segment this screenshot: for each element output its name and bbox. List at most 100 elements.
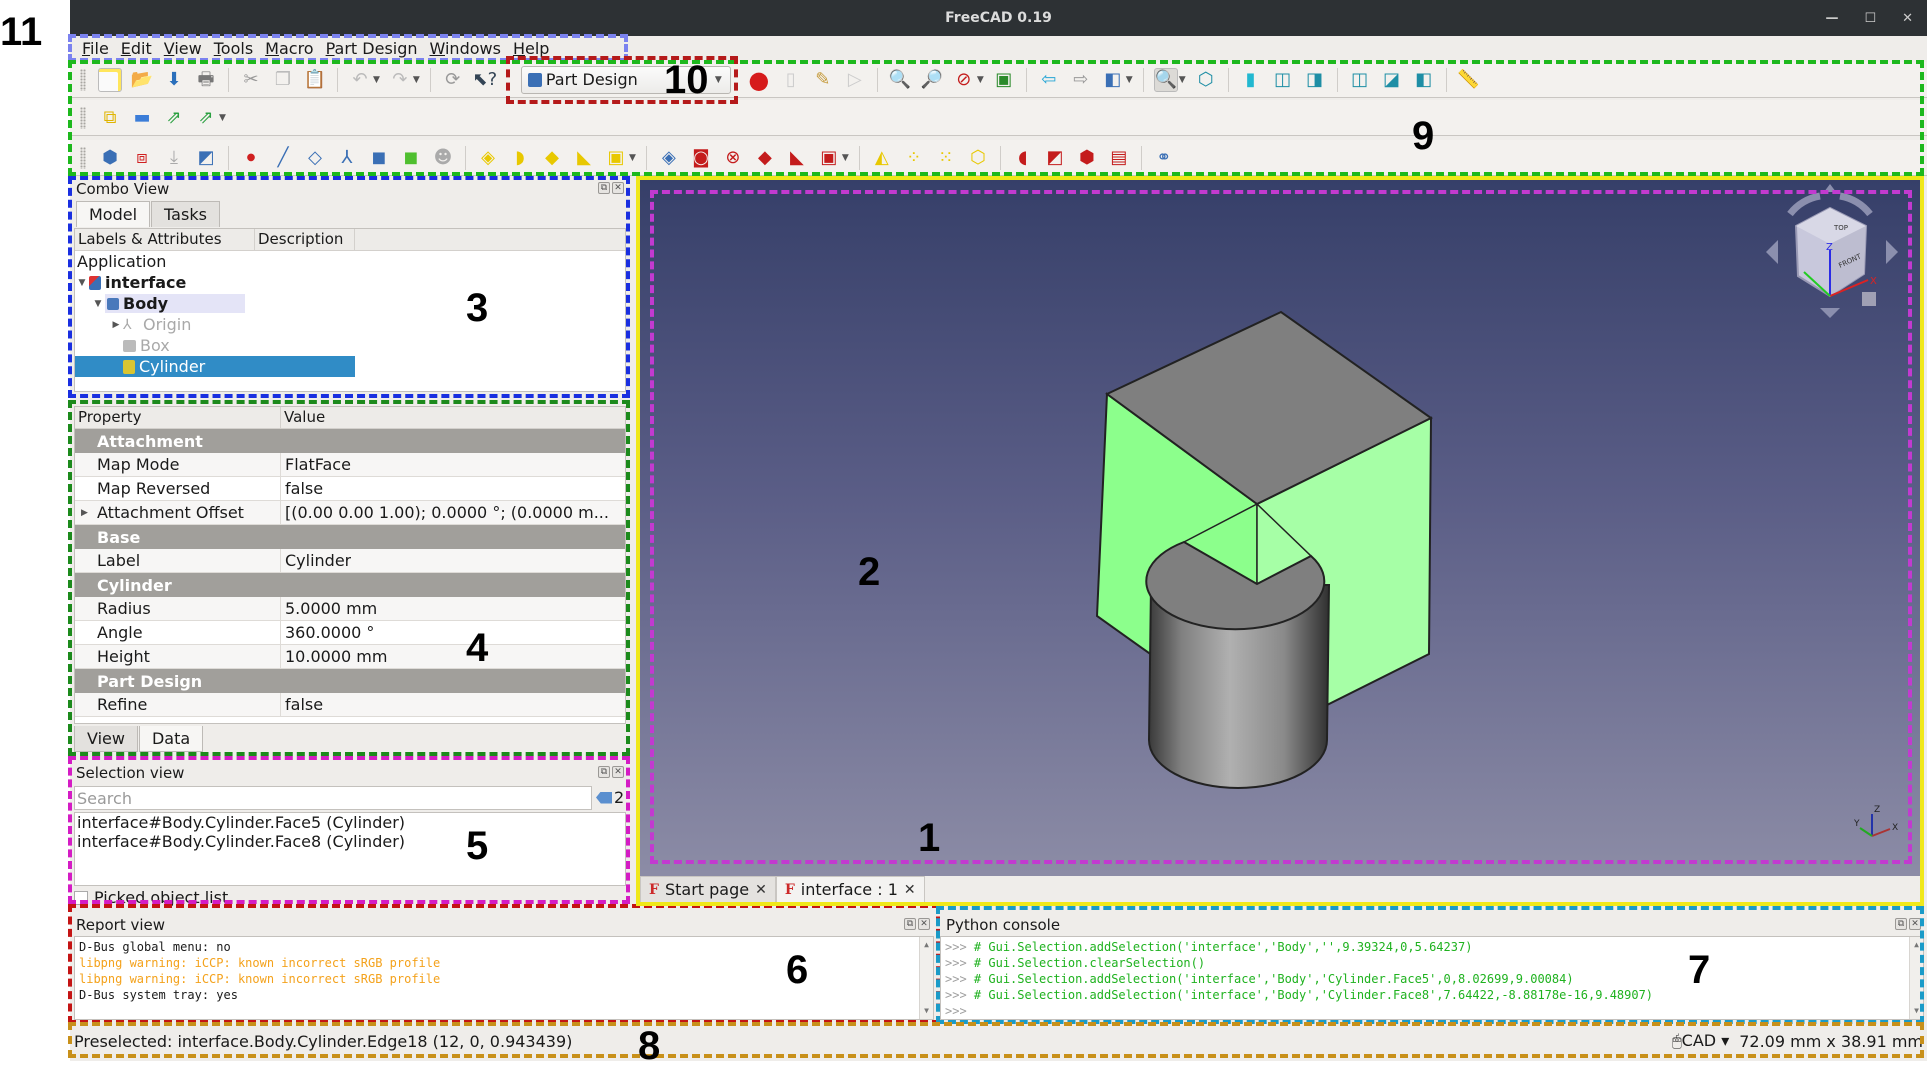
redo-icon[interactable]: ↷ <box>388 68 412 92</box>
draw-style-icon[interactable]: ⊘ <box>952 68 976 92</box>
create-part-icon[interactable]: ⧉ <box>98 106 122 130</box>
menu-tools[interactable]: Tools <box>214 39 261 58</box>
record-macro-icon[interactable]: ● <box>747 68 771 92</box>
close-tab-icon[interactable]: ✕ <box>755 882 767 898</box>
group-attachment[interactable]: Attachment <box>75 429 625 453</box>
save-file-icon[interactable]: ⬇ <box>162 68 186 92</box>
hole-icon[interactable]: ◙ <box>689 146 713 170</box>
console-scrollbar[interactable]: ▲ ▼ <box>1909 937 1923 1019</box>
draft-icon[interactable]: ⬢ <box>1075 146 1099 170</box>
property-height[interactable]: Height 10.0000 mm <box>75 645 625 669</box>
open-file-icon[interactable]: 📂 <box>130 68 154 92</box>
column-value[interactable]: Value <box>281 407 328 428</box>
nav-up-arrow-icon[interactable] <box>1824 184 1836 192</box>
tab-tasks[interactable]: Tasks <box>151 201 220 227</box>
save-as-icon[interactable]: 🖶 <box>194 68 218 92</box>
tree-item-box[interactable]: Box <box>75 335 625 356</box>
column-description[interactable]: Description <box>255 229 355 250</box>
isometric-view-icon[interactable]: ⬡ <box>1194 68 1218 92</box>
toolbar-grip[interactable] <box>80 68 86 91</box>
minimize-button[interactable]: — <box>1825 11 1838 26</box>
nav-right-arrow-icon[interactable] <box>1886 240 1898 264</box>
group-cylinder[interactable]: Cylinder <box>75 573 625 597</box>
close-panel-icon[interactable]: ✕ <box>918 918 930 930</box>
additive-primitive-icon[interactable]: ▣ <box>604 146 628 170</box>
linear-pattern-icon[interactable]: ⁘ <box>902 146 926 170</box>
create-sketch-icon[interactable]: ⧈ <box>130 146 154 170</box>
toolbar-grip[interactable] <box>80 106 86 129</box>
cut-icon[interactable]: ✂ <box>239 68 263 92</box>
create-group-icon[interactable]: ▬ <box>130 106 154 130</box>
subtractive-loft-icon[interactable]: ◆ <box>753 146 777 170</box>
selection-item[interactable]: interface#Body.Cylinder.Face8 (Cylinder) <box>77 832 625 851</box>
maximize-button[interactable]: ☐ <box>1864 11 1876 26</box>
rotate-right-arrow-icon[interactable] <box>1839 192 1873 217</box>
pad-icon[interactable]: ◈ <box>476 146 500 170</box>
chamfer-icon[interactable]: ◩ <box>1043 146 1067 170</box>
selection-search-input[interactable]: Search <box>74 786 592 810</box>
column-property[interactable]: Property <box>75 407 281 428</box>
left-view-icon[interactable]: ◧ <box>1412 68 1436 92</box>
measure-icon[interactable]: 📏 <box>1457 68 1481 92</box>
refresh-icon[interactable]: ⟳ <box>441 68 465 92</box>
navigation-cube[interactable]: Z X TOP FRONT <box>1766 184 1898 318</box>
datum-plane-icon[interactable]: ◇ <box>303 146 327 170</box>
property-map-mode[interactable]: Map Mode FlatFace <box>75 453 625 477</box>
tab-view[interactable]: View <box>74 726 138 752</box>
close-panel-icon[interactable]: ✕ <box>612 766 624 778</box>
picked-object-list-checkbox[interactable] <box>74 890 88 905</box>
nav-left-arrow-icon[interactable] <box>1766 240 1778 264</box>
link-actions-icon[interactable]: ⇗ <box>194 106 218 130</box>
subtractive-pipe-icon[interactable]: ◣ <box>785 146 809 170</box>
expand-arrow-icon[interactable]: ▼ <box>91 299 105 309</box>
menu-edit[interactable]: Edit <box>121 39 160 58</box>
run-macro-icon[interactable]: ▷ <box>843 68 867 92</box>
make-link-icon[interactable]: ⇗ <box>162 106 186 130</box>
tab-data[interactable]: Data <box>138 726 204 752</box>
create-body-icon[interactable]: ⬢ <box>98 146 122 170</box>
mirrored-icon[interactable]: ◭ <box>870 146 894 170</box>
property-label[interactable]: Label Cylinder <box>75 549 625 573</box>
3d-scene[interactable]: Z X TOP FRONT Z X Y <box>640 180 1924 876</box>
subtractive-primitive-icon[interactable]: ▣ <box>817 146 841 170</box>
menu-macro[interactable]: Macro <box>265 39 321 58</box>
close-panel-icon[interactable]: ✕ <box>612 182 624 194</box>
property-map-reversed[interactable]: Map Reversed false <box>75 477 625 501</box>
additive-pipe-icon[interactable]: ◣ <box>572 146 596 170</box>
navcube-top-face[interactable]: TOP <box>1833 224 1848 232</box>
subshape-binder-icon[interactable]: ◼ <box>399 146 423 170</box>
front-view-icon[interactable]: ▮ <box>1239 68 1263 92</box>
thickness-icon[interactable]: ▤ <box>1107 146 1131 170</box>
forward-view-icon[interactable]: ⇨ <box>1069 68 1093 92</box>
local-cs-icon[interactable]: ⅄ <box>335 146 359 170</box>
float-panel-icon[interactable]: ⧉ <box>598 766 610 778</box>
property-angle[interactable]: Angle 360.0000 ° <box>75 621 625 645</box>
float-panel-icon[interactable]: ⧉ <box>598 182 610 194</box>
top-view-icon[interactable]: ◫ <box>1271 68 1295 92</box>
tab-model[interactable]: Model <box>76 201 151 227</box>
close-button[interactable]: ✕ <box>1902 11 1913 26</box>
new-file-icon[interactable] <box>98 67 122 92</box>
tree-item-interface[interactable]: ▼ interface <box>75 272 625 293</box>
edit-macro-icon[interactable]: ✎ <box>811 68 835 92</box>
collapse-arrow-icon[interactable]: ▶ <box>109 320 123 330</box>
property-attachment-offset[interactable]: ▶ Attachment Offset [(0.00 0.00 1.00); 0.… <box>75 501 625 525</box>
whats-this-icon[interactable]: ⬉? <box>473 68 498 92</box>
navigation-style-button[interactable]: 🖱CAD ▾ <box>1672 1031 1729 1051</box>
toolbar-grip[interactable] <box>80 146 86 169</box>
menu-file[interactable]: File <box>82 39 117 58</box>
std-views-icon[interactable]: ◧ <box>1101 68 1125 92</box>
clear-selection-icon[interactable] <box>596 791 612 804</box>
pocket-icon[interactable]: ◈ <box>657 146 681 170</box>
column-labels-attributes[interactable]: Labels & Attributes <box>75 229 255 250</box>
right-view-icon[interactable]: ◨ <box>1303 68 1327 92</box>
tree-item-application[interactable]: Application <box>75 251 625 272</box>
selection-item[interactable]: interface#Body.Cylinder.Face5 (Cylinder) <box>77 813 625 832</box>
validate-sketch-icon[interactable]: ⤓ <box>162 146 186 170</box>
tab-interface[interactable]: F interface : 1 ✕ <box>775 876 925 902</box>
additive-loft-icon[interactable]: ◆ <box>540 146 564 170</box>
nav-down-arrow-icon[interactable] <box>1820 308 1840 318</box>
datum-line-icon[interactable]: ╱ <box>271 146 295 170</box>
datum-point-icon[interactable]: ● <box>239 146 263 170</box>
groove-icon[interactable]: ⊗ <box>721 146 745 170</box>
